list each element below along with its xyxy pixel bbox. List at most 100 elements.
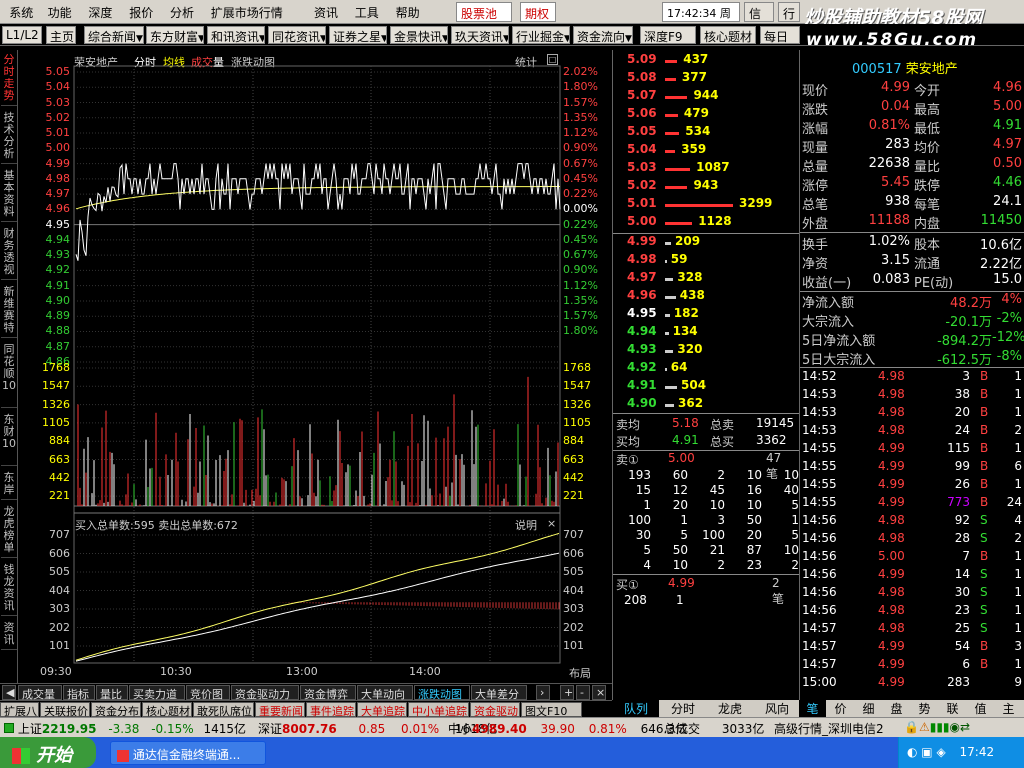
news-tab[interactable]: 证券之星▼ <box>329 26 387 44</box>
signal-icon[interactable]: ▮▮▮ <box>930 720 950 734</box>
menu-item[interactable]: 功能 <box>48 4 72 21</box>
ob-tab[interactable]: 风向 <box>754 700 800 717</box>
ext-tab[interactable]: 核心题材 <box>142 702 192 718</box>
tray-icons[interactable]: ◐ ▣ ◈ <box>907 745 946 759</box>
side-tab[interactable]: 分时走势 <box>1 52 17 106</box>
ask-row[interactable]: 5.00 1128 <box>627 214 797 232</box>
feed-label[interactable]: 高级行情_深圳电信2 <box>774 720 884 737</box>
bid-row[interactable]: 4.93 320 <box>627 342 797 360</box>
lock-icon[interactable]: 🔒 <box>904 720 919 734</box>
ext-tab[interactable]: 事件追踪 <box>306 702 356 718</box>
scroll-left-icon[interactable]: ◀ <box>2 685 16 700</box>
side-tab[interactable]: 同花顺10 <box>1 342 17 408</box>
ext-tab[interactable]: 扩展八 <box>0 702 39 718</box>
news-tab[interactable]: 核心题材 <box>700 26 756 44</box>
quote-tab[interactable]: 值 <box>967 700 994 717</box>
zx-index[interactable]: 中小4989.40 39.90 0.81% 646.3亿 <box>448 720 687 737</box>
bid-row[interactable]: 4.96 438 <box>627 288 797 306</box>
news-tab[interactable]: 行业掘金▼ <box>512 26 570 44</box>
side-tab[interactable]: 基本资料 <box>1 168 17 222</box>
indicator-tab[interactable]: 大单差分 <box>471 685 527 701</box>
quote-tab[interactable]: 细 <box>855 700 882 717</box>
news-tab[interactable]: 综合新闻▼ <box>84 26 144 44</box>
menu-item[interactable]: 帮助 <box>396 4 420 21</box>
ext-tab[interactable]: 资金分布 <box>91 702 141 718</box>
quote-tab[interactable]: 价 <box>827 700 854 717</box>
indicator-tab[interactable]: 竞价图 <box>186 685 230 701</box>
bid-row[interactable]: 4.95 182 <box>627 306 797 324</box>
ext-tab[interactable]: 资金驱动 <box>470 702 520 718</box>
indicator-tab[interactable]: 成交量 <box>18 685 62 701</box>
side-tab[interactable]: 资讯 <box>1 620 17 650</box>
bid-row[interactable]: 4.98 59 <box>627 252 797 270</box>
ob-tab[interactable]: 分时 <box>660 700 706 717</box>
options-tab[interactable]: 期权 <box>520 2 556 22</box>
info-button[interactable]: 信息 <box>744 2 774 38</box>
indicator-tab[interactable]: 资金驱动力 <box>231 685 299 701</box>
menu-item[interactable]: 系统 <box>9 4 33 21</box>
menu-item[interactable]: 工具 <box>355 4 379 21</box>
bid-row[interactable]: 4.99 209 <box>627 234 797 252</box>
news-tab[interactable]: 每日 <box>760 26 800 44</box>
news-tab[interactable]: 同花资讯▼ <box>268 26 326 44</box>
ext-tab[interactable]: 中小单追踪 <box>408 702 469 718</box>
ask-row[interactable]: 5.03 1087 <box>627 160 797 178</box>
orders-note-button[interactable]: 说明 <box>515 517 537 533</box>
side-tab[interactable]: 东岸 <box>1 470 17 500</box>
globe-icon[interactable]: ◉ <box>950 720 960 734</box>
ask-row[interactable]: 5.09 437 <box>627 52 797 70</box>
stock-pool-tab[interactable]: 股票池 ⓑ <box>456 2 512 37</box>
quote-tab[interactable]: 势 <box>911 700 938 717</box>
scroll-right-icon[interactable]: › <box>536 685 550 700</box>
news-tab[interactable]: 和讯资讯▼ <box>207 26 265 44</box>
menu-item[interactable]: 资讯 <box>314 4 338 21</box>
side-tab[interactable]: 龙虎榜单 <box>1 504 17 558</box>
menu-item[interactable]: 扩展市场行情 <box>211 4 283 21</box>
indicator-tab[interactable]: 量比 <box>96 685 128 701</box>
ext-tab[interactable]: 图文F10 <box>521 702 582 718</box>
level-toggle[interactable]: L1/L2 <box>2 26 42 44</box>
bid-row[interactable]: 4.90 362 <box>627 396 797 414</box>
side-tab[interactable]: 财务透视 <box>1 226 17 280</box>
side-tab[interactable]: 钱龙资讯 <box>1 562 17 616</box>
layout-button[interactable]: 布局 <box>569 665 591 681</box>
ext-tab[interactable]: 大单追踪 <box>357 702 407 718</box>
ask-row[interactable]: 5.06 479 <box>627 106 797 124</box>
zoom-out-icon[interactable]: - <box>576 685 590 700</box>
close-panel-icon[interactable]: × <box>592 685 606 700</box>
indicator-tab[interactable]: 大单动向 <box>357 685 413 701</box>
side-tab[interactable]: 新维赛特 <box>1 284 17 338</box>
start-button[interactable]: 开始 <box>0 737 96 768</box>
ask-row[interactable]: 5.04 359 <box>627 142 797 160</box>
ask-row[interactable]: 5.08 377 <box>627 70 797 88</box>
bid-row[interactable]: 4.92 64 <box>627 360 797 378</box>
news-tab[interactable]: 资金流向▼ <box>573 26 633 44</box>
side-tab[interactable]: 技术分析 <box>1 110 17 164</box>
ob-tab[interactable]: 龙虎 <box>707 700 753 717</box>
ask-row[interactable]: 5.02 943 <box>627 178 797 196</box>
menu-item[interactable]: 深度 <box>88 4 112 21</box>
link-icon[interactable]: ⇄ <box>960 720 970 734</box>
taskbar-window-button[interactable]: 通达信金融终端通... <box>110 741 266 765</box>
indicator-tab[interactable]: 涨跌动图 <box>414 685 470 701</box>
side-tab[interactable]: 东财10 <box>1 412 17 466</box>
news-tab[interactable]: 深度F9 <box>640 26 696 44</box>
indicator-tab[interactable]: 买卖力道 <box>129 685 185 701</box>
quote-tab[interactable]: 笔 <box>799 700 826 717</box>
zoom-in-icon[interactable]: + <box>560 685 574 700</box>
indicator-tab[interactable]: 指标 <box>63 685 95 701</box>
quote-tab[interactable]: 联 <box>939 700 966 717</box>
news-tab[interactable]: 玖天资讯▼ <box>451 26 509 44</box>
alert-icon[interactable]: ⚠ <box>919 720 930 734</box>
ask-row[interactable]: 5.07 944 <box>627 88 797 106</box>
bid-row[interactable]: 4.91 504 <box>627 378 797 396</box>
bid-row[interactable]: 4.97 328 <box>627 270 797 288</box>
ext-tab[interactable]: 敢死队席位 <box>193 702 254 718</box>
news-tab[interactable]: 金景快讯▼ <box>390 26 448 44</box>
orders-close-icon[interactable]: × <box>547 517 556 530</box>
quote-tab[interactable]: 盘 <box>883 700 910 717</box>
indicator-tab[interactable]: 资金博弈 <box>300 685 356 701</box>
trade-button[interactable]: 行 <box>778 2 800 22</box>
ask-row[interactable]: 5.05 534 <box>627 124 797 142</box>
ob-tab[interactable]: 队列 <box>613 700 659 717</box>
